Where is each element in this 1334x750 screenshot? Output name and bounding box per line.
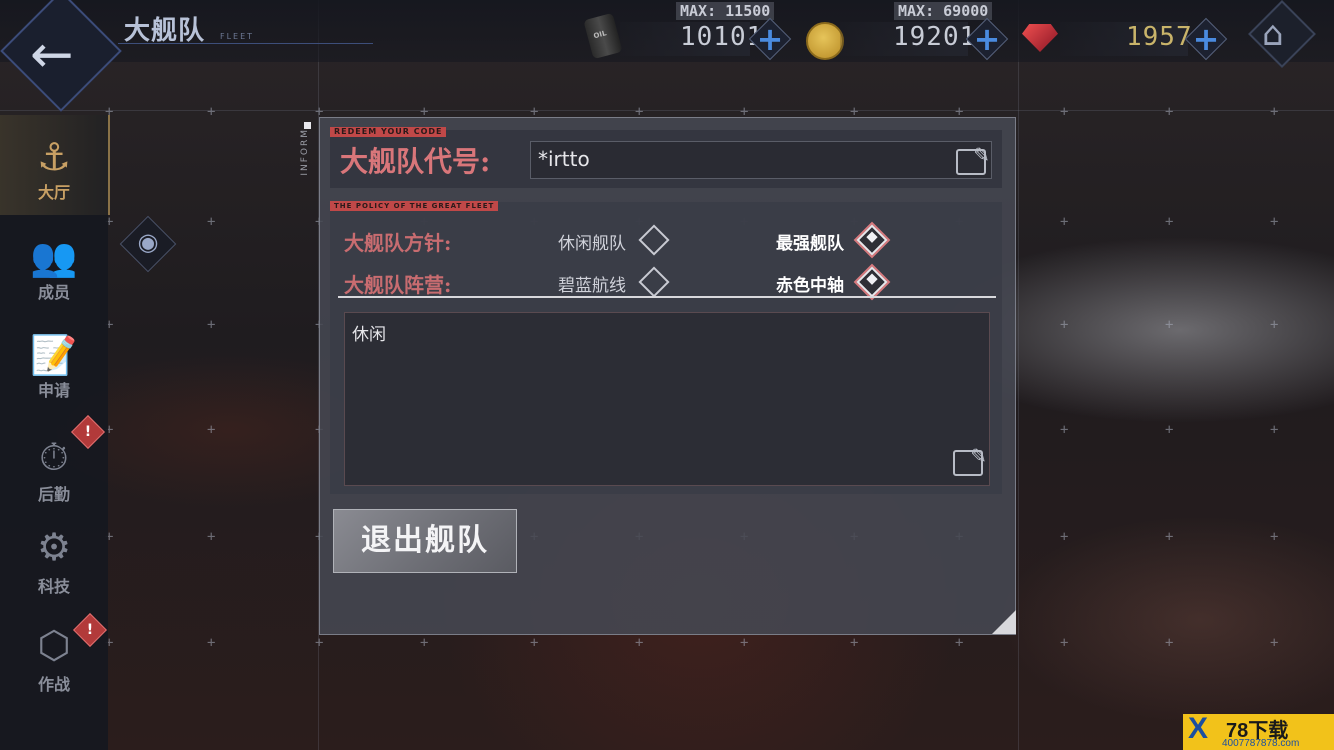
grid-plus-marker: + [1060, 635, 1069, 651]
anchor-icon: ⚓ [36, 135, 72, 179]
camp-option-azur-label: 碧蓝航线 [558, 276, 626, 296]
plus-icon: + [973, 20, 1001, 58]
grid-plus-marker: + [1165, 529, 1174, 545]
grid-plus-marker: + [1165, 104, 1174, 120]
fleet-code-value: *irtto [538, 147, 590, 171]
back-arrow-icon: ← [30, 25, 74, 85]
grid-plus-marker: + [1270, 635, 1279, 651]
section-divider [338, 296, 996, 298]
sidebar-item-label: 大厅 [37, 183, 70, 202]
plus-icon: + [1192, 20, 1220, 58]
oil-max: MAX: 11500 [676, 2, 775, 20]
sidebar-item-label: 申请 [37, 381, 70, 400]
grid-line [1018, 0, 1019, 750]
grid-plus-marker: + [207, 317, 216, 333]
sidebar-item-label: 成员 [37, 283, 70, 302]
policy-label: 大舰队方针: [344, 231, 452, 255]
grid-plus-marker: + [1270, 214, 1279, 230]
grid-plus-marker: + [1165, 317, 1174, 333]
grid-plus-marker: + [207, 529, 216, 545]
home-icon: ⌂ [1262, 14, 1284, 54]
eye-icon: ◉ [137, 228, 159, 256]
title-underline [118, 43, 373, 44]
watermark-logo-icon: X [1188, 712, 1209, 745]
page-title: 大舰队 [124, 16, 206, 46]
coin-value: 19201 [893, 22, 977, 52]
gold-coin-icon [806, 22, 844, 60]
coin-max: MAX: 69000 [894, 2, 993, 20]
grid-plus-marker: + [850, 635, 859, 651]
grid-plus-marker: + [1165, 635, 1174, 651]
grid-plus-marker: + [1270, 422, 1279, 438]
grid-plus-marker: + [530, 635, 539, 651]
edit-description-icon[interactable]: ✎ [953, 444, 987, 476]
policy-option-casual-label: 休闲舰队 [558, 234, 626, 254]
sidebar-item-hall[interactable]: ⚓ 大厅 [0, 115, 110, 215]
redeem-tag: REDEEM YOUR CODE [330, 127, 447, 137]
page-subtitle: FLEET [220, 32, 255, 41]
grid-plus-marker: + [420, 635, 429, 651]
sidebar-item-label: 科技 [37, 577, 70, 596]
grid-plus-marker: + [207, 214, 216, 230]
grid-plus-marker: + [1165, 214, 1174, 230]
policy-option-strongest-label: 最强舰队 [776, 234, 844, 254]
grid-plus-marker: + [955, 635, 964, 651]
grid-plus-marker: + [1270, 104, 1279, 120]
grid-plus-marker: + [635, 635, 644, 651]
gem-value: 1957 [1126, 22, 1193, 52]
grid-plus-marker: + [1270, 317, 1279, 333]
grid-plus-marker: + [207, 635, 216, 651]
fleet-description-text: 休闲 [352, 325, 386, 345]
grid-plus-marker: + [1060, 422, 1069, 438]
inform-label: INFORM [300, 128, 310, 176]
grid-plus-marker: + [740, 635, 749, 651]
camp-label: 大舰队阵营: [344, 273, 452, 297]
watermark-url: 4007787878.com [1222, 738, 1300, 749]
panel-corner-decoration [992, 610, 1016, 634]
grid-plus-marker: + [1060, 317, 1069, 333]
fleet-code-label: 大舰队代号: [340, 145, 491, 178]
grid-plus-marker: + [1270, 529, 1279, 545]
fleet-description-field[interactable] [344, 312, 990, 486]
members-icon: 👥 [30, 235, 78, 279]
quit-fleet-label: 退出舰队 [361, 523, 489, 558]
grid-plus-marker: + [207, 104, 216, 120]
fleet-code-field[interactable] [530, 141, 992, 179]
grid-plus-marker: + [1165, 422, 1174, 438]
logistics-icon: ⏱ [39, 435, 69, 479]
sidebar-item-tech[interactable]: ⚙ 科技 [0, 519, 108, 619]
grid-line [0, 110, 1334, 111]
plus-icon: + [756, 20, 784, 58]
camp-option-crimson-label: 赤色中轴 [776, 276, 844, 296]
policy-tag: THE POLICY OF THE GREAT FLEET [330, 201, 499, 211]
grid-plus-marker: + [1060, 214, 1069, 230]
sidebar-item-label: 作战 [37, 675, 70, 694]
grid-plus-marker: + [1060, 529, 1069, 545]
grid-plus-marker: + [207, 422, 216, 438]
grid-plus-marker: + [315, 635, 324, 651]
edit-code-icon[interactable]: ✎ [956, 143, 990, 175]
tech-icon: ⚙ [36, 525, 72, 569]
sidebar-item-applications[interactable]: 📝 申请 [0, 323, 108, 423]
sidebar-item-members[interactable]: 👥 成员 [0, 225, 108, 325]
application-icon: 📝 [30, 333, 78, 377]
sidebar-item-label: 后勤 [37, 485, 70, 504]
grid-plus-marker: + [1060, 104, 1069, 120]
quit-fleet-button[interactable]: 退出舰队 [333, 509, 517, 573]
